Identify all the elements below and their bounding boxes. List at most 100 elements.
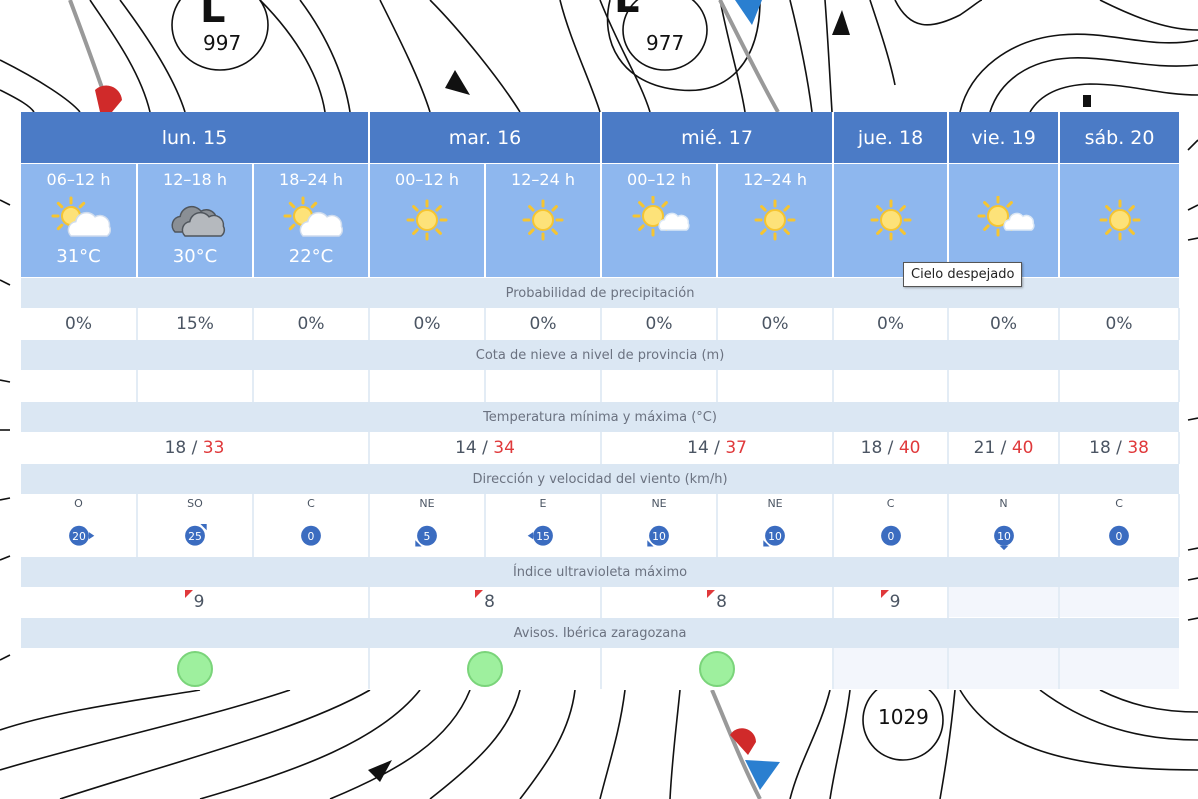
period-cell[interactable] [1059, 163, 1180, 278]
snow-level-row [21, 370, 1181, 402]
cloudy-icon[interactable] [163, 196, 227, 244]
wind-cell: O 20 [21, 494, 138, 557]
snow-level-value [1059, 370, 1181, 402]
period-cell[interactable]: 12–24 h [717, 163, 835, 278]
wind-speed: 10 [768, 530, 782, 543]
day-header: jue. 18 [833, 112, 950, 164]
snow-level-value [369, 370, 487, 402]
period-label: 12–24 h [743, 169, 808, 189]
wind-direction-icon: 5 [415, 525, 437, 547]
forecast-table: lun. 15 mar. 16 mié. 17 jue. 18 vie. 19 … [21, 112, 1181, 689]
period-label: 18–24 h [279, 169, 343, 189]
wind-row: O 20 SO 25 C 0 NE 5 E 15 NE 10 NE 10 C 0 N 10 C 0 [21, 494, 1181, 557]
period-cell[interactable]: 06–12 h 31°C [21, 163, 138, 278]
wind-speed: 0 [308, 530, 315, 543]
sun-icon[interactable] [1088, 196, 1152, 244]
uv-index-empty [1059, 587, 1180, 618]
partly-cloudy-icon[interactable] [47, 196, 111, 244]
no-alert-green-icon[interactable] [176, 650, 213, 687]
sun-icon[interactable] [395, 196, 459, 244]
wind-direction-icon: 10 [763, 525, 785, 547]
pressure-label: 977 [646, 31, 684, 55]
period-cell[interactable]: 00–12 h [601, 163, 719, 278]
temperature-min-max: 18 / 38 [1059, 432, 1181, 464]
period-temperature [1060, 246, 1179, 270]
temperature-min-max: 21 / 40 [948, 432, 1061, 464]
no-alert-green-icon[interactable] [699, 650, 736, 687]
temperature-min-max: 18 / 33 [21, 432, 371, 464]
sun-small-cloud-icon[interactable] [972, 195, 1036, 244]
period-temperature: 31°C [56, 245, 101, 267]
uv-index-value: 9 [21, 587, 371, 618]
wind-speed: 20 [72, 530, 86, 543]
period-cell[interactable] [948, 163, 1061, 278]
wind-direction-icon: 0 [1109, 525, 1129, 546]
period-cell[interactable] [833, 163, 950, 278]
temperature-min-max: 14 / 37 [601, 432, 835, 464]
snow-level-value [21, 370, 138, 402]
precipitation-value: 0% [485, 308, 603, 340]
period-label [949, 170, 1057, 192]
partly-cloudy-icon[interactable] [279, 196, 343, 244]
uv-index-value: 8 [369, 587, 603, 618]
alert-cell-empty [833, 648, 950, 689]
day-header: mar. 16 [369, 112, 603, 164]
uv-warning-flag-icon [707, 590, 716, 598]
no-alert-green-icon[interactable] [467, 650, 504, 687]
section-header-snow-level: Cota de nieve a nivel de provincia (m) [21, 339, 1180, 370]
sun-icon[interactable] [743, 196, 807, 244]
temperature-row: 18 / 33 14 / 34 14 / 37 18 / 40 21 / 40 … [21, 432, 1181, 464]
wind-speed: 10 [652, 530, 666, 543]
alert-cell[interactable] [369, 648, 603, 689]
wind-direction-icon: 10 [993, 525, 1014, 551]
period-temperature: 30°C [172, 245, 218, 267]
sun-small-cloud-icon[interactable] [627, 195, 691, 244]
low-pressure-letter: L [614, 0, 640, 22]
precipitation-row: 0% 15% 0% 0% 0% 0% 0% 0% 0% 0% [21, 308, 1181, 340]
uv-warning-flag-icon [475, 590, 484, 598]
wind-direction-icon: 25 [185, 524, 207, 546]
sun-icon[interactable] [511, 196, 575, 244]
uv-index-row: 9 8 8 9 [21, 587, 1180, 618]
alert-cell[interactable] [601, 648, 835, 689]
uv-index-value: 9 [833, 587, 950, 618]
wind-speed: 0 [1116, 530, 1123, 543]
section-header-temperature: Temperatura mínima y máxima (°C) [21, 401, 1180, 432]
wind-direction-label: C [1115, 497, 1123, 510]
wind-speed: 5 [424, 530, 431, 543]
snow-level-value [948, 370, 1061, 402]
uv-index-empty [948, 587, 1061, 618]
period-cell[interactable]: 00–12 h [369, 163, 487, 278]
period-cell[interactable]: 12–18 h 30°C [137, 163, 254, 278]
wind-direction-label: NE [767, 497, 783, 510]
wind-direction-icon: 10 [647, 525, 669, 547]
pressure-label: 1029 [878, 705, 929, 729]
period-temperature [602, 246, 715, 270]
wind-cell: N 10 [948, 494, 1061, 557]
uv-warning-flag-icon [184, 590, 193, 598]
wind-cell: SO 25 [137, 494, 254, 557]
wind-cell: NE 5 [369, 494, 487, 557]
wind-direction-icon: 0 [880, 525, 901, 546]
precipitation-value: 0% [369, 308, 487, 340]
precipitation-value: 0% [1059, 308, 1181, 340]
period-label: 06–12 h [46, 169, 111, 189]
precipitation-value: 0% [253, 308, 371, 340]
period-cell[interactable]: 18–24 h 22°C [253, 163, 371, 278]
period-cell[interactable]: 12–24 h [485, 163, 603, 278]
forecast-table-panel: lun. 15 mar. 16 mié. 17 jue. 18 vie. 19 … [21, 112, 1181, 690]
day-header: lun. 15 [21, 112, 371, 164]
sun-icon[interactable] [859, 196, 923, 244]
wind-direction-icon: 0 [301, 525, 321, 546]
temperature-min-max: 14 / 34 [369, 432, 603, 464]
wind-speed: 10 [997, 530, 1011, 543]
precipitation-value: 0% [717, 308, 835, 340]
day-header-row: lun. 15 mar. 16 mié. 17 jue. 18 vie. 19 … [21, 112, 1180, 164]
uv-index-value: 8 [601, 587, 835, 618]
alert-cell[interactable] [21, 648, 371, 689]
precipitation-value: 0% [601, 308, 719, 340]
wind-direction-label: NE [651, 497, 667, 510]
wind-cell: NE 10 [601, 494, 719, 557]
wind-direction-label: N [999, 497, 1008, 510]
alerts-row [21, 648, 1180, 689]
